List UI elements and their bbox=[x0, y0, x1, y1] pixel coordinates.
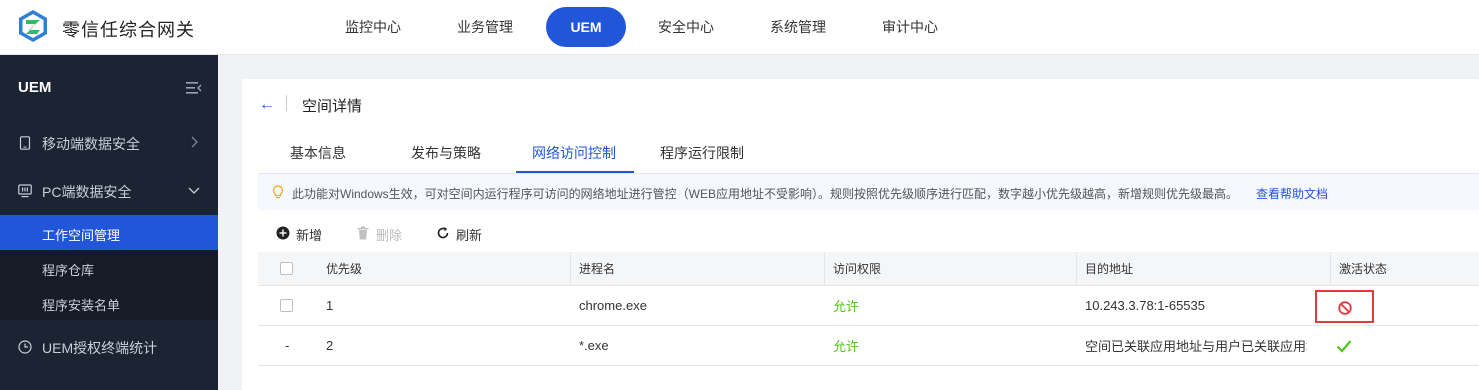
app-title: 零信任综合网关 bbox=[62, 20, 195, 40]
row-select-cell bbox=[280, 286, 300, 325]
column-header-process: 进程名 bbox=[579, 262, 616, 276]
chevron-right-icon bbox=[191, 136, 198, 148]
column-header-destination: 目的地址 bbox=[1085, 262, 1134, 276]
add-button-label: 新增 bbox=[296, 228, 323, 243]
cell-select-placeholder: - bbox=[285, 338, 290, 353]
tab-program-run-restriction[interactable]: 程序运行限制 bbox=[660, 143, 744, 163]
sidebar-group-label: PC端数据安全 bbox=[42, 184, 132, 200]
row-checkbox[interactable] bbox=[280, 299, 293, 312]
sidebar: UEM 移动端数据安全 PC端数据安全 工作空间管理 程序仓库 程序安装名单 U… bbox=[0, 55, 218, 390]
active-check-icon[interactable] bbox=[1336, 339, 1352, 353]
nav-security-center[interactable]: 安全中心 bbox=[658, 17, 714, 37]
plus-circle-icon bbox=[276, 226, 290, 240]
cell-process: chrome.exe bbox=[579, 298, 647, 313]
column-divider bbox=[1076, 252, 1077, 285]
select-all-checkbox-cell bbox=[280, 252, 300, 285]
lightbulb-icon bbox=[273, 185, 283, 199]
cell-destination: 10.243.3.78:1-65535 bbox=[1085, 298, 1205, 313]
table-row[interactable]: - 2 *.exe 允许 空间已关联应用地址与用户已关联应用地... bbox=[258, 326, 1479, 366]
cell-permission: 允许 bbox=[833, 339, 860, 354]
tab-basic-info[interactable]: 基本信息 bbox=[290, 143, 346, 163]
refresh-icon bbox=[437, 227, 449, 239]
cell-process: *.exe bbox=[579, 338, 609, 353]
column-header-status: 激活状态 bbox=[1339, 262, 1388, 276]
back-arrow-icon[interactable]: ← bbox=[259, 96, 275, 114]
trash-icon bbox=[357, 226, 369, 240]
nav-system-management[interactable]: 系统管理 bbox=[770, 17, 826, 37]
nav-audit-center[interactable]: 审计中心 bbox=[882, 17, 938, 37]
notice-bar: 此功能对Windows生效，可对空间内运行程序可访问的网络地址进行管控（WEB应… bbox=[258, 174, 1479, 210]
sidebar-group-label: UEM授权终端统计 bbox=[42, 340, 158, 356]
column-divider bbox=[570, 252, 571, 285]
sidebar-item-label: 程序仓库 bbox=[42, 263, 95, 278]
nav-uem[interactable]: UEM bbox=[546, 7, 626, 47]
refresh-button-label: 刷新 bbox=[456, 228, 483, 243]
page-title: 空间详情 bbox=[302, 98, 363, 115]
collapse-menu-icon[interactable] bbox=[186, 81, 202, 95]
sidebar-item-program-repository[interactable]: 程序仓库 bbox=[0, 250, 218, 285]
select-all-checkbox[interactable] bbox=[280, 262, 293, 275]
disabled-status-icon[interactable] bbox=[1338, 301, 1352, 315]
column-header-priority: 优先级 bbox=[326, 262, 363, 276]
sidebar-header: UEM bbox=[0, 55, 218, 119]
top-bar: 零信任综合网关 监控中心 业务管理 UEM 安全中心 系统管理 审计中心 bbox=[0, 0, 1479, 55]
monitor-icon bbox=[18, 184, 32, 198]
column-divider bbox=[1330, 252, 1331, 285]
clock-icon bbox=[18, 340, 32, 354]
sidebar-item-label: 程序安装名单 bbox=[42, 298, 121, 313]
delete-button-label: 删除 bbox=[376, 228, 403, 243]
cell-destination: 空间已关联应用地址与用户已关联应用地... bbox=[1085, 339, 1307, 354]
sidebar-item-workspace-management[interactable]: 工作空间管理 bbox=[0, 215, 218, 250]
app-logo-icon bbox=[19, 10, 47, 42]
sidebar-group-label: 移动端数据安全 bbox=[42, 136, 140, 152]
nav-business-management[interactable]: 业务管理 bbox=[457, 17, 513, 37]
sidebar-group-mobile-data-security[interactable]: 移动端数据安全 bbox=[0, 119, 218, 167]
chevron-down-icon bbox=[188, 187, 200, 194]
cell-priority: 1 bbox=[326, 298, 334, 313]
notice-text: 此功能对Windows生效，可对空间内运行程序可访问的网络地址进行管控（WEB应… bbox=[292, 187, 1239, 201]
sidebar-item-program-install-list[interactable]: 程序安装名单 bbox=[0, 285, 218, 320]
cell-permission: 允许 bbox=[833, 299, 860, 314]
tab-network-access-control[interactable]: 网络访问控制 bbox=[532, 143, 616, 163]
status-highlight-box bbox=[1315, 290, 1374, 323]
sidebar-group-uem-license-stats[interactable]: UEM授权终端统计 bbox=[0, 323, 218, 371]
sidebar-item-label: 工作空间管理 bbox=[42, 228, 121, 243]
title-divider bbox=[286, 95, 287, 111]
sidebar-group-pc-data-security[interactable]: PC端数据安全 bbox=[0, 167, 218, 215]
active-tab-indicator bbox=[516, 171, 634, 173]
help-doc-link[interactable]: 查看帮助文档 bbox=[1256, 185, 1328, 202]
table-header: 优先级 进程名 访问权限 目的地址 激活状态 bbox=[258, 252, 1479, 286]
mobile-icon bbox=[19, 136, 31, 150]
nav-monitor-center[interactable]: 监控中心 bbox=[345, 17, 401, 37]
column-header-permission: 访问权限 bbox=[833, 262, 882, 276]
cell-priority: 2 bbox=[326, 338, 334, 353]
main-panel: ← 空间详情 基本信息 发布与策略 网络访问控制 程序运行限制 此功能对Wind… bbox=[242, 79, 1479, 390]
sidebar-title: UEM bbox=[18, 79, 52, 96]
tab-publish-policy[interactable]: 发布与策略 bbox=[411, 143, 481, 163]
column-divider bbox=[824, 252, 825, 285]
table-row[interactable]: 1 chrome.exe 允许 10.243.3.78:1-65535 bbox=[258, 286, 1479, 326]
